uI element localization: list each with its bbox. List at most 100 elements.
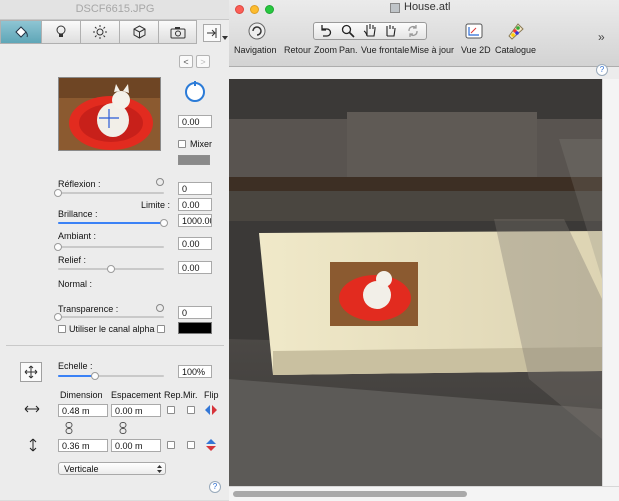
horizontal-scrollbar[interactable] [229, 486, 619, 501]
link-chain-icon[interactable] [119, 422, 127, 434]
pan-hand-icon[interactable] [363, 23, 377, 38]
mirror-vertical-checkbox[interactable] [187, 441, 195, 449]
transparency-slider[interactable] [58, 316, 164, 318]
export-button[interactable] [203, 24, 221, 42]
toolbar-overflow-button[interactable]: » [598, 30, 605, 44]
repeat-header: Rep. [164, 390, 184, 400]
toolbar-catalogue-label[interactable]: Catalogue [495, 45, 536, 55]
width-field[interactable]: 0.48 m [58, 404, 108, 417]
rotation-dial[interactable] [184, 81, 206, 103]
transparency-checkbox[interactable] [157, 325, 165, 333]
vertical-spacing-field[interactable]: 0.00 m [111, 439, 161, 452]
sun-icon [93, 25, 107, 39]
reflection-label: Réflexion : [58, 179, 101, 189]
flip-vertical-icon[interactable] [205, 438, 217, 452]
limit-label: Limite : [141, 200, 171, 210]
mixer-color-swatch[interactable] [178, 155, 210, 165]
texture-thumbnail[interactable] [58, 77, 161, 151]
rotation-field[interactable]: 0.00 [178, 115, 212, 128]
select-arrows-icon [157, 465, 162, 473]
mirror-header: Mir. [183, 390, 198, 400]
reflection-slider-knob[interactable] [54, 189, 62, 197]
scale-slider-knob[interactable] [91, 372, 100, 380]
tab-light[interactable] [42, 20, 81, 44]
paint-bucket-icon [15, 26, 28, 38]
orientation-select[interactable]: Verticale [58, 462, 166, 475]
flip-horizontal-icon[interactable] [204, 404, 218, 416]
tab-sun[interactable] [81, 20, 120, 44]
panel-title: DSCF6615.JPG [0, 0, 230, 20]
horizontal-scroll-thumb[interactable] [233, 491, 467, 497]
toolbar-pan-label[interactable]: Pan. [339, 45, 358, 55]
transparency-field[interactable]: 0 [178, 306, 212, 319]
view-2d-icon[interactable] [465, 22, 483, 40]
vertical-arrow-icon [29, 438, 37, 452]
mirror-horizontal-checkbox[interactable] [187, 406, 195, 414]
view-info-bar [229, 67, 619, 79]
cat-photo-image [59, 78, 160, 150]
vertical-scrollbar[interactable] [602, 79, 619, 486]
section-divider [6, 345, 224, 346]
zoom-icon[interactable] [341, 24, 355, 38]
3d-view[interactable] [229, 79, 602, 486]
shininess-label: Brillance : [58, 209, 98, 219]
spacing-header: Espacement [111, 390, 162, 400]
scale-label: Echelle : [58, 361, 93, 371]
shininess-field[interactable]: 1000.00 [178, 214, 212, 227]
relief-field[interactable]: 0.00 [178, 261, 212, 274]
mixer-label: Mixer [190, 139, 212, 149]
mixer-checkbox[interactable] [178, 140, 186, 148]
horizontal-spacing-field[interactable]: 0.00 m [111, 404, 161, 417]
camera-icon [170, 26, 185, 38]
close-window-button[interactable] [235, 5, 244, 14]
reflection-field[interactable]: 0 [178, 182, 212, 195]
alpha-channel-label: Utiliser le canal alpha [69, 324, 155, 334]
tab-material[interactable] [0, 20, 42, 44]
relief-slider-knob[interactable] [107, 265, 115, 273]
navigation-icon[interactable] [248, 22, 266, 40]
fit-scale-button[interactable] [20, 362, 42, 382]
relief-label: Relief : [58, 255, 87, 265]
toolbar-view-2d-label[interactable]: Vue 2D [461, 45, 491, 55]
transparency-icon [156, 304, 164, 312]
toolbar-refresh-label[interactable]: Mise à jour [410, 45, 454, 55]
panel-help-button[interactable]: ? [209, 481, 221, 493]
ambient-label: Ambiant : [58, 231, 97, 241]
next-texture-button[interactable]: > [196, 55, 210, 68]
repeat-vertical-checkbox[interactable] [167, 441, 175, 449]
transparency-slider-knob[interactable] [54, 313, 62, 321]
link-chain-icon[interactable] [65, 422, 73, 434]
minimize-window-button[interactable] [250, 5, 259, 14]
alpha-channel-checkbox[interactable] [58, 325, 66, 333]
document-icon [390, 3, 400, 13]
ambient-slider-knob[interactable] [54, 243, 62, 251]
toolbar-undo-label[interactable]: Retour [284, 45, 311, 55]
toolbar-navigation-label[interactable]: Navigation [234, 45, 277, 55]
height-field[interactable]: 0.36 m [58, 439, 108, 452]
export-menu-arrow-icon[interactable] [222, 36, 228, 40]
tab-object[interactable] [120, 20, 159, 44]
move-arrows-icon [24, 365, 38, 379]
tab-camera[interactable] [159, 20, 197, 44]
ambient-slider[interactable] [58, 246, 164, 248]
flip-header: Flip [204, 390, 219, 400]
toolbar-front-view-label[interactable]: Vue frontale [361, 45, 409, 55]
export-arrow-icon [207, 28, 217, 38]
repeat-horizontal-checkbox[interactable] [167, 406, 175, 414]
ambient-field[interactable]: 0.00 [178, 237, 212, 250]
scale-field[interactable]: 100% [178, 365, 212, 378]
catalogue-icon[interactable] [506, 21, 526, 41]
refresh-icon[interactable] [406, 24, 420, 38]
transparency-color-swatch[interactable] [178, 322, 212, 334]
shininess-slider[interactable] [58, 222, 164, 224]
reflection-slider[interactable] [58, 192, 164, 194]
view-help-button[interactable]: ? [596, 64, 608, 76]
scale-slider[interactable] [58, 375, 164, 377]
front-view-icon[interactable] [384, 23, 398, 38]
zoom-window-button[interactable] [265, 5, 274, 14]
toolbar-zoom-label[interactable]: Zoom [314, 45, 337, 55]
undo-icon[interactable] [318, 24, 332, 38]
prev-texture-button[interactable]: < [179, 55, 193, 68]
limit-field[interactable]: 0.00 [178, 198, 212, 211]
shininess-slider-knob[interactable] [160, 219, 168, 227]
